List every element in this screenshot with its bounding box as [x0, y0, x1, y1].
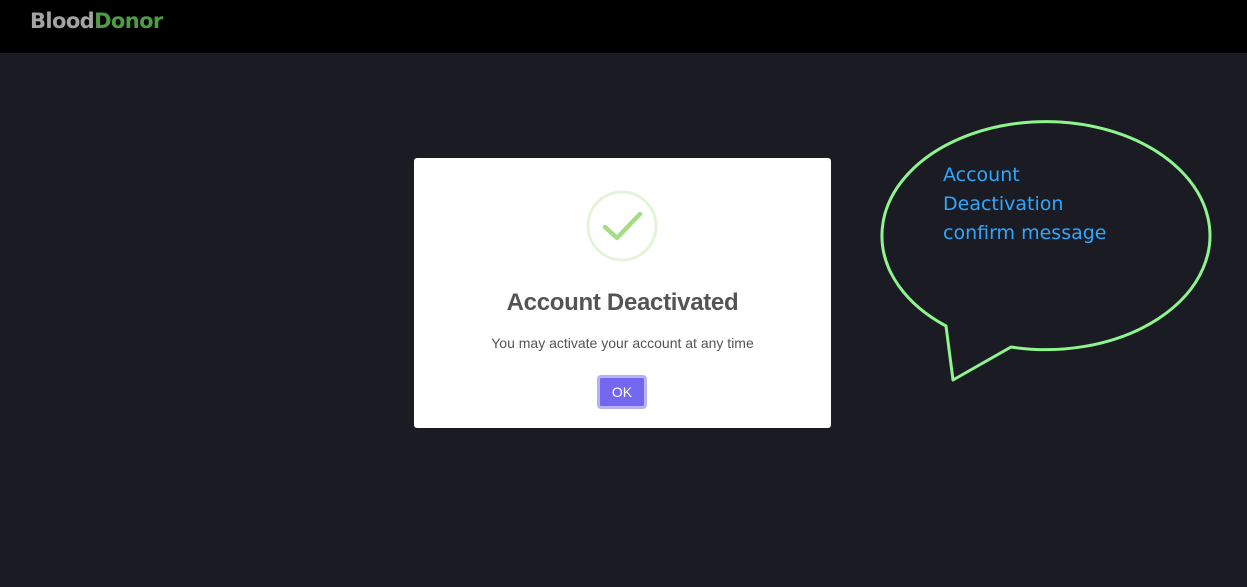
brand-logo-blood: Blood: [30, 9, 95, 33]
annotation-line: Account: [943, 164, 1020, 186]
confirmation-dialog: Account Deactivated You may activate you…: [414, 158, 831, 428]
top-navbar: BloodDonor: [0, 0, 1247, 53]
dialog-message: You may activate your account at any tim…: [491, 335, 754, 351]
annotation-line: confirm message: [943, 222, 1107, 244]
annotation-text: Account Deactivation confirm message: [943, 161, 1143, 248]
annotation-line: Deactivation: [943, 193, 1064, 215]
ok-button[interactable]: OK: [597, 375, 647, 409]
dialog-title: Account Deactivated: [506, 289, 739, 316]
speech-bubble-annotation: [880, 120, 1212, 382]
brand-logo[interactable]: BloodDonor: [30, 9, 163, 33]
checkmark-success-icon: [586, 190, 658, 262]
brand-logo-donor: Donor: [94, 9, 163, 33]
